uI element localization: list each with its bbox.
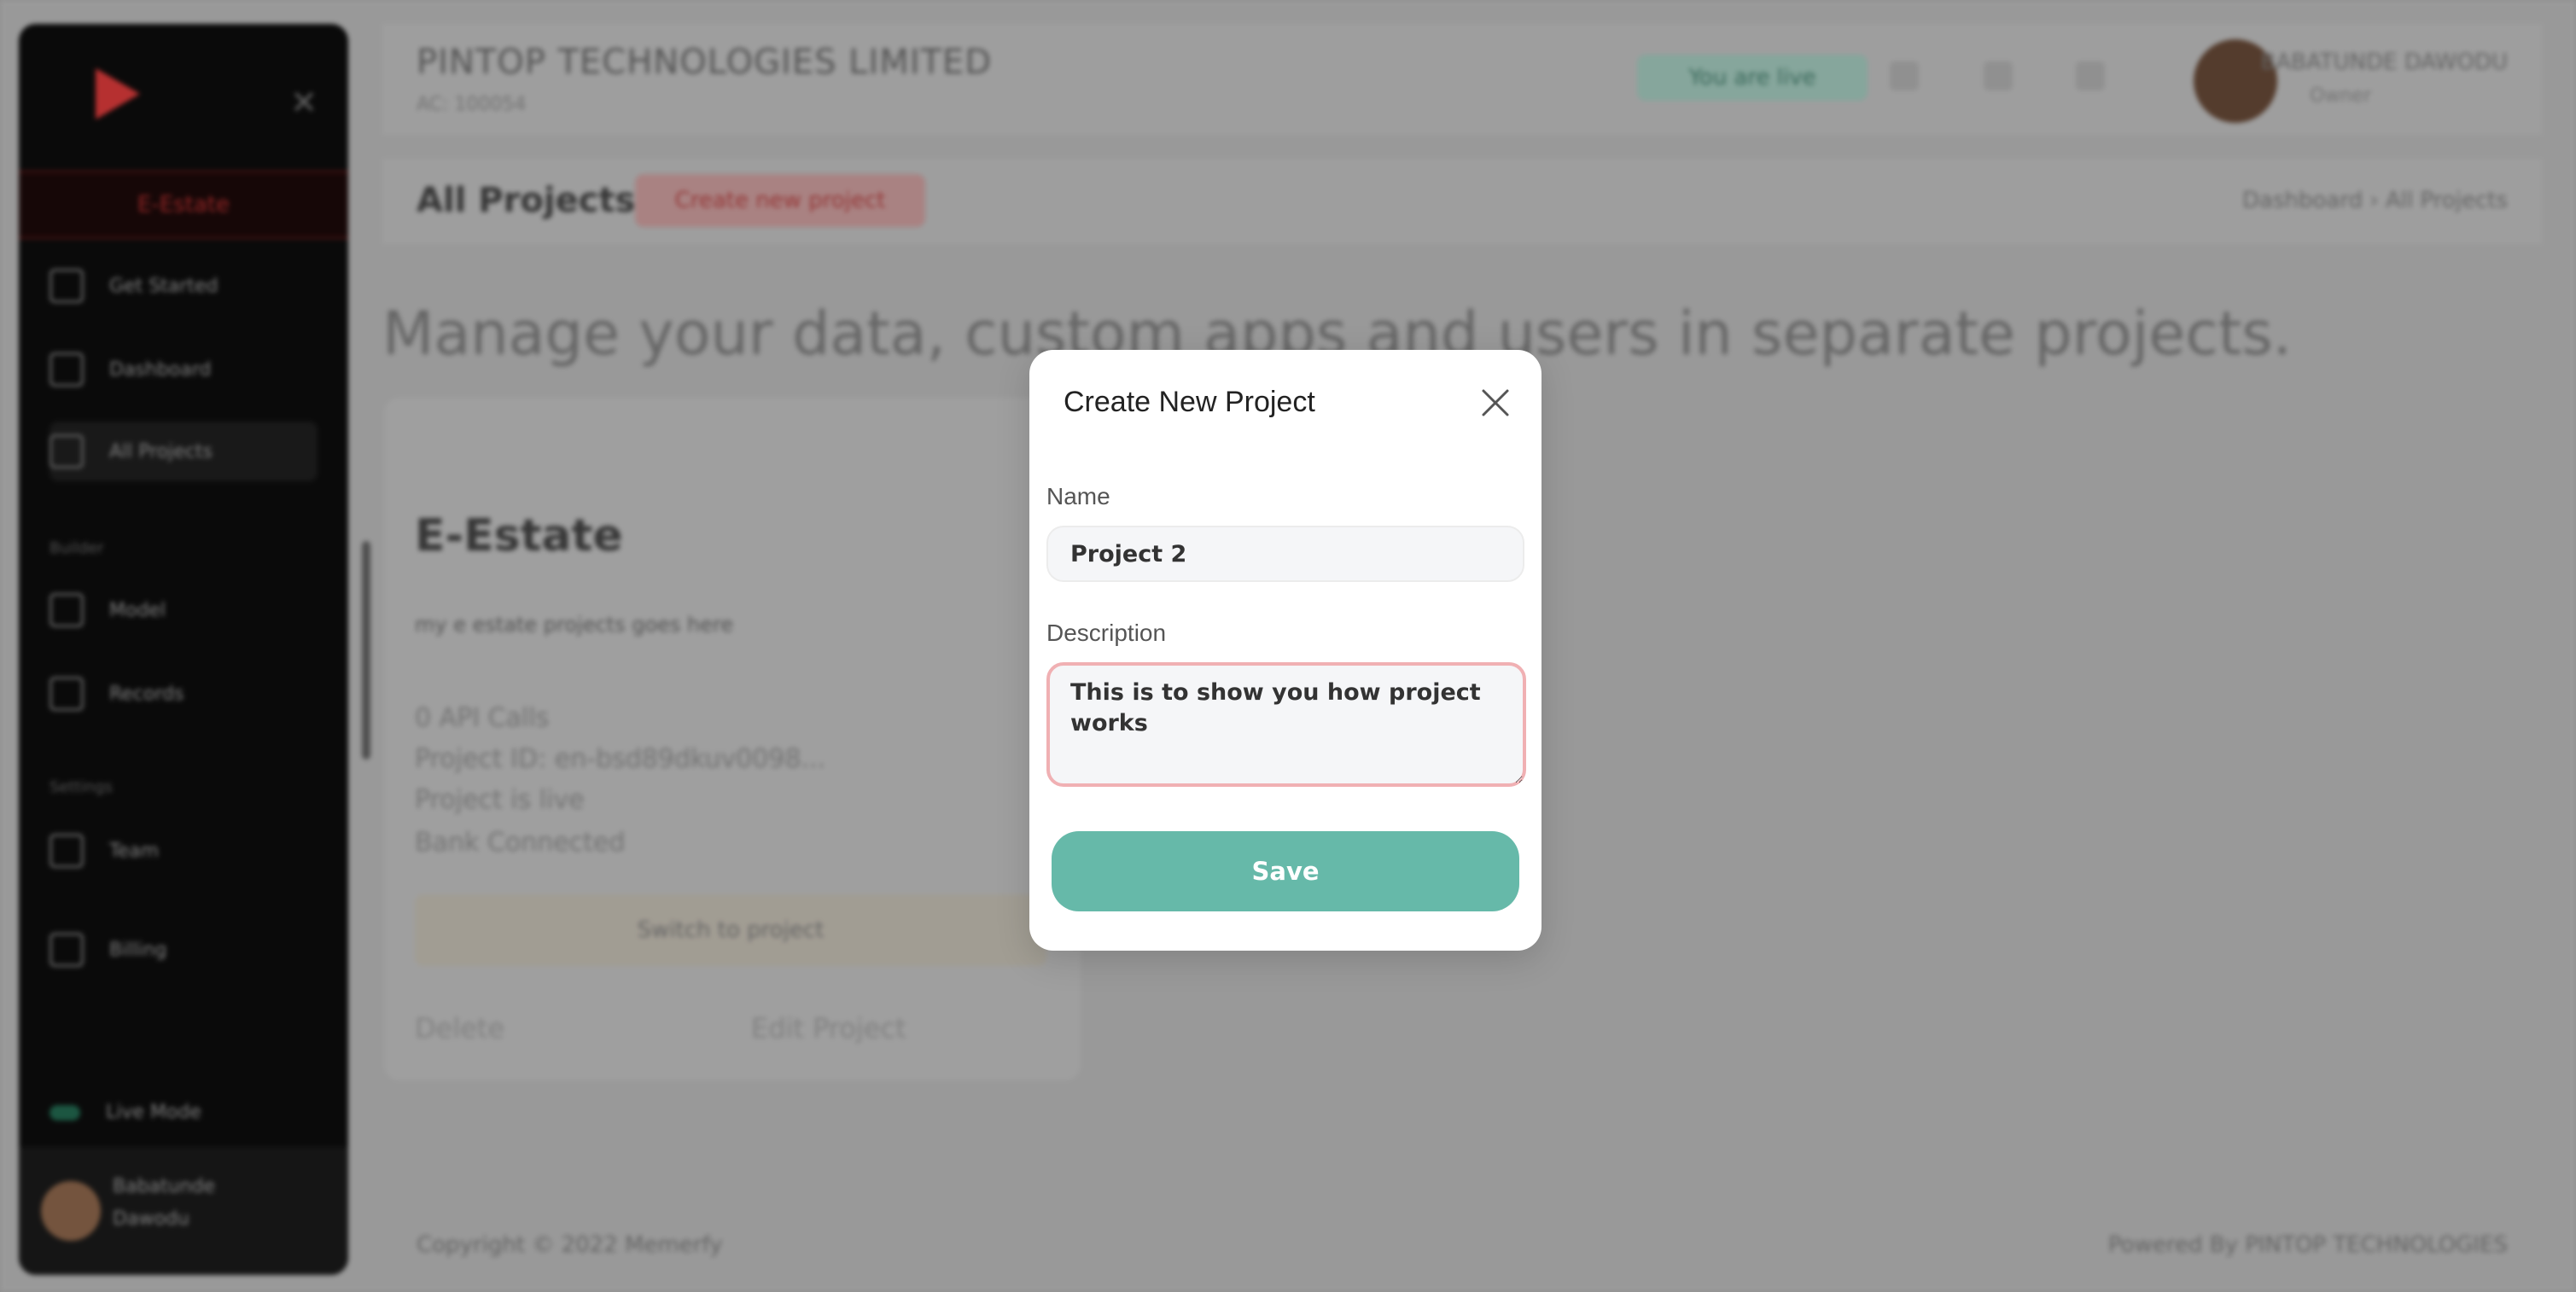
name-label: Name <box>1046 483 1110 509</box>
modal-title: Create New Project <box>1064 386 1315 418</box>
name-field[interactable] <box>1046 526 1524 582</box>
description-label: Description <box>1046 620 1167 646</box>
create-project-modal: Create New Project Name Description This… <box>1029 350 1542 951</box>
close-button[interactable] <box>1477 384 1514 422</box>
close-icon <box>1482 389 1509 416</box>
description-field[interactable]: This is to show you how project works <box>1046 662 1526 787</box>
save-button[interactable]: Save <box>1052 831 1519 911</box>
